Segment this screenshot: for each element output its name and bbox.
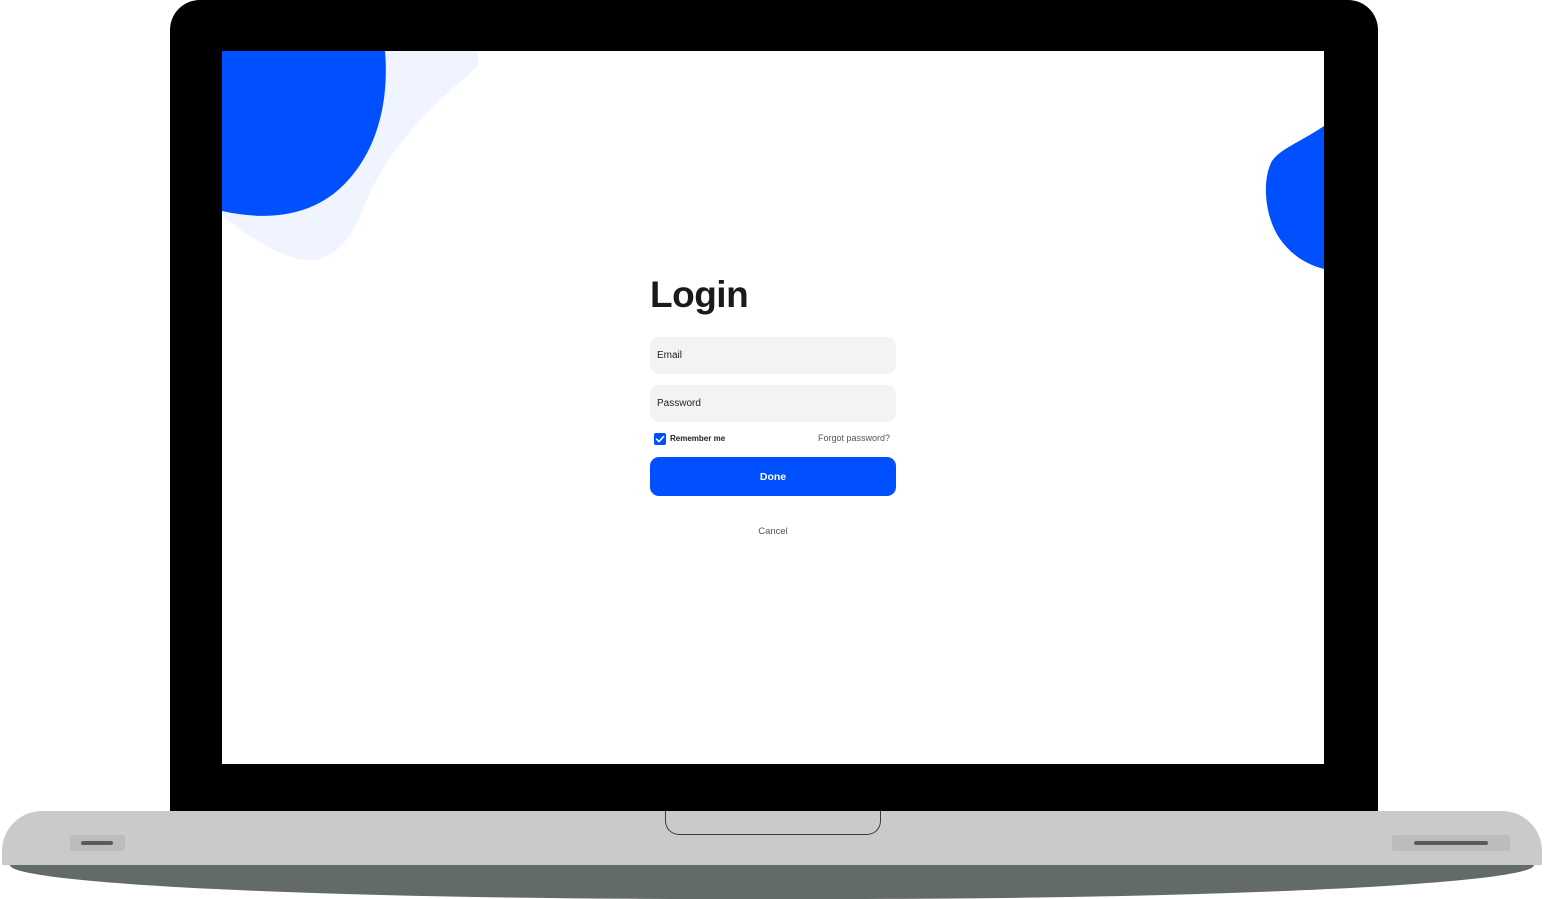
done-button[interactable]: Done [650, 457, 896, 496]
login-title: Login [650, 274, 749, 315]
email-field[interactable]: Email [650, 337, 896, 374]
forgot-password-link[interactable]: Forgot password? [818, 433, 890, 443]
remember-me-label[interactable]: Remember me [670, 434, 725, 443]
laptop-vent-left [70, 835, 125, 851]
laptop-base-bottom [10, 865, 1534, 899]
email-placeholder: Email [657, 350, 683, 361]
password-field[interactable]: Password [650, 385, 896, 422]
checkmark-icon [655, 435, 665, 443]
cancel-link[interactable]: Cancel [650, 526, 896, 537]
password-placeholder: Password [657, 398, 701, 409]
login-options-row: Remember me Forgot password? [650, 431, 896, 447]
laptop-notch [665, 811, 881, 835]
laptop-screen: Login Email Password Remember me Forgot … [222, 51, 1324, 764]
laptop-vent-right [1392, 835, 1510, 851]
remember-me-checkbox[interactable] [654, 433, 666, 445]
decorative-blob-top-right [1265, 126, 1324, 269]
